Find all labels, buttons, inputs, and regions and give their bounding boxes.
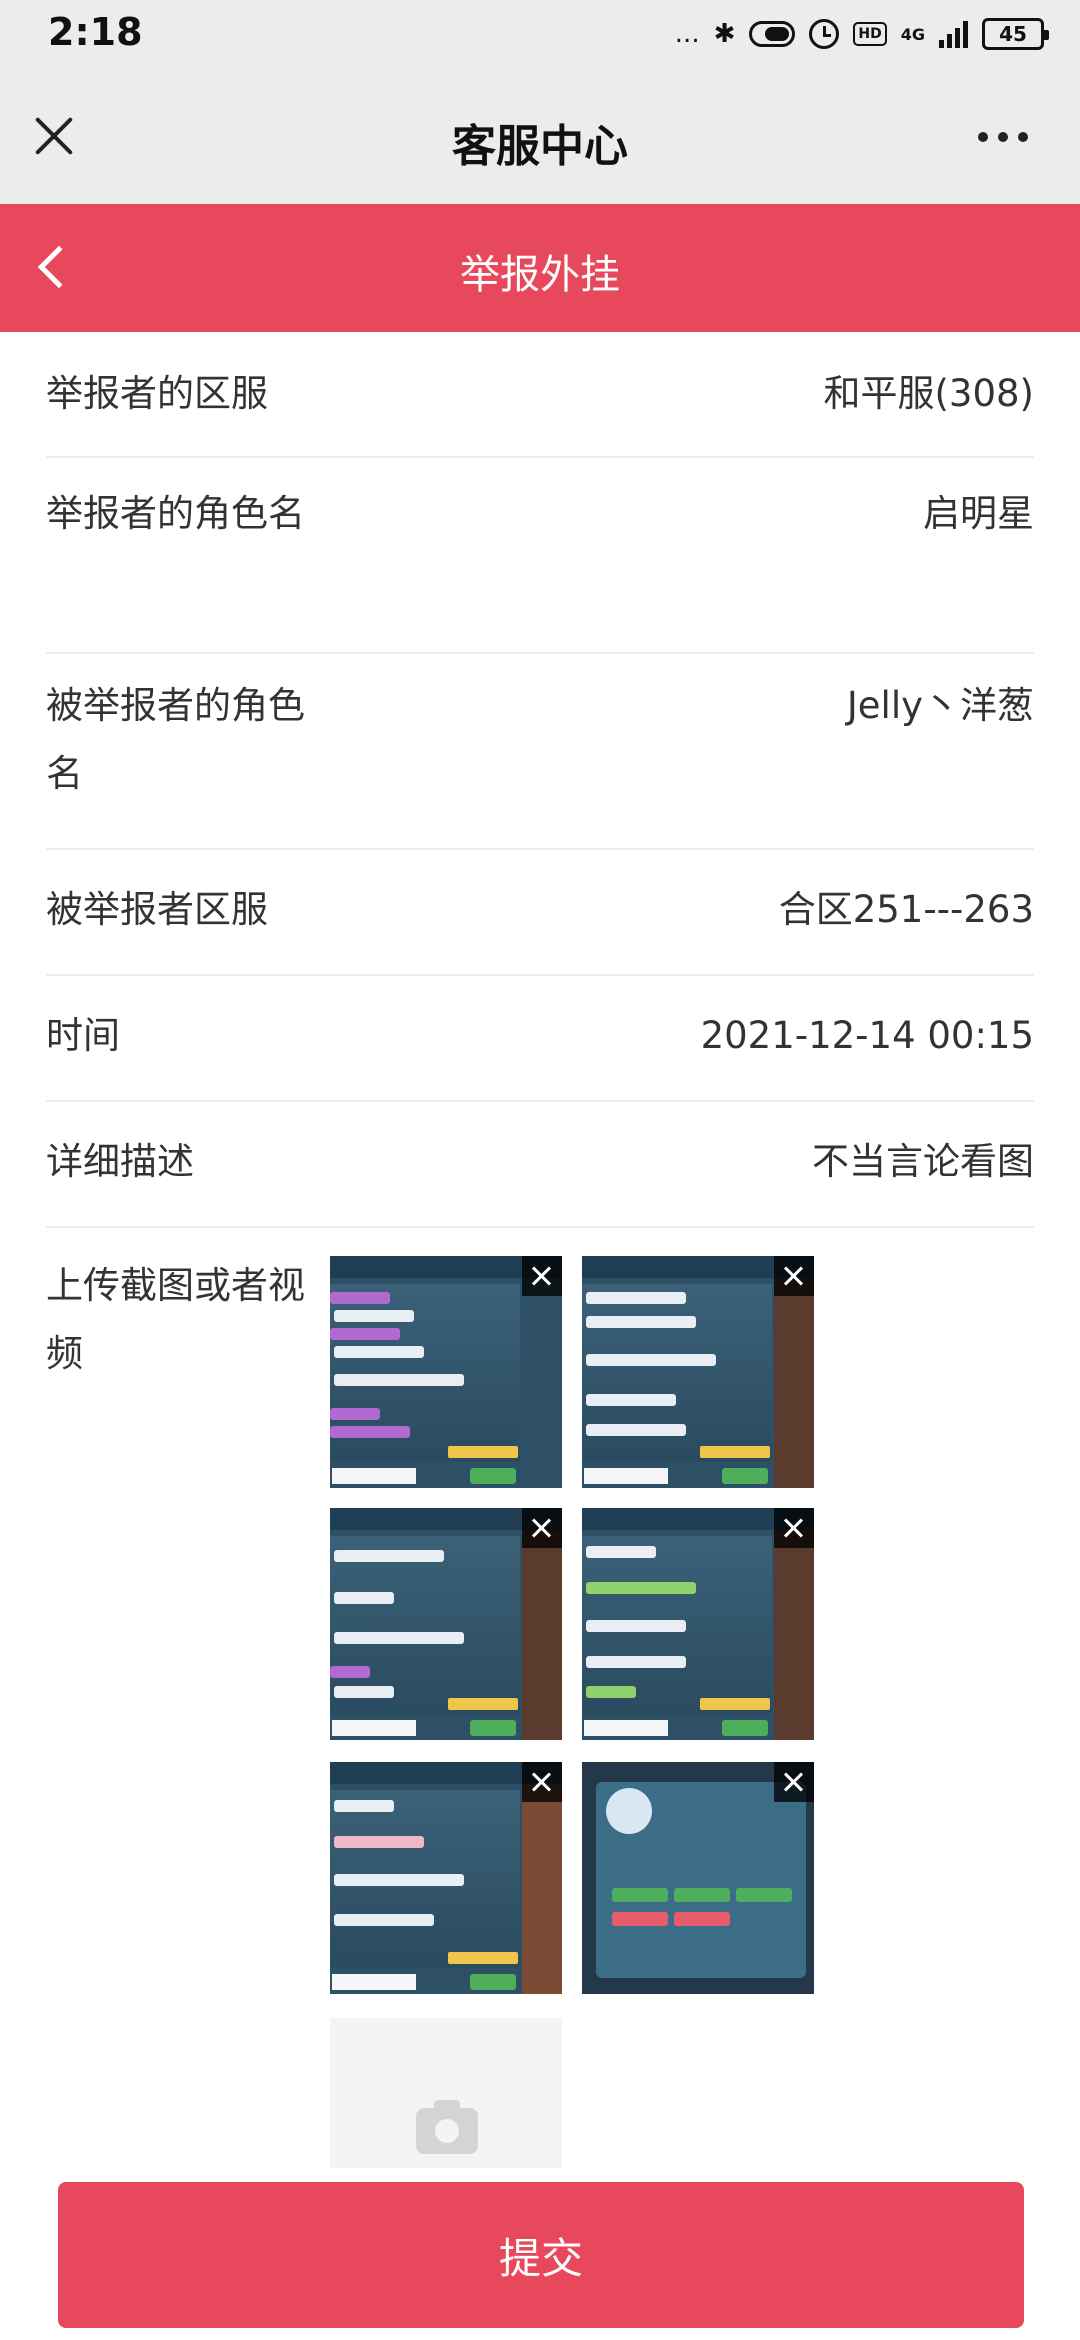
form-row-reported-server: 被举报者区服 合区251---263 [46, 850, 1034, 976]
form-row-time: 时间 2021-12-14 00:15 [46, 976, 1034, 1102]
bluetooth-icon: ✱ [713, 19, 736, 49]
remove-image-icon[interactable] [774, 1508, 814, 1548]
form-label: 被举报者区服 [46, 888, 268, 931]
form-value: 启明星 [923, 492, 1034, 535]
remove-image-icon[interactable] [774, 1256, 814, 1296]
status-bar: 2:18 ... ✱ HD 4G 45 [0, 0, 1080, 66]
section-title: 举报外挂 [460, 252, 620, 298]
form-value: 和平服(308) [823, 372, 1035, 415]
form-label: 时间 [46, 1014, 120, 1057]
screenshot-thumbnail[interactable] [582, 1508, 814, 1740]
status-icons: ... ✱ HD 4G 45 [674, 14, 1049, 54]
more-options-icon[interactable] [978, 132, 1028, 142]
remove-image-icon[interactable] [522, 1762, 562, 1802]
form-value: Jelly丶洋葱 [846, 684, 1034, 727]
title-bar: 客服中心 [0, 66, 1080, 204]
form-row-description: 详细描述 不当言论看图 [46, 1102, 1034, 1228]
screenshot-thumbnail[interactable] [582, 1256, 814, 1488]
page-title: 客服中心 [452, 121, 628, 172]
remove-image-icon[interactable] [774, 1762, 814, 1802]
form-value: 合区251---263 [778, 888, 1034, 931]
form-value: 不当言论看图 [812, 1140, 1034, 1183]
camera-icon [416, 2100, 478, 2154]
form-value: 2021-12-14 00:15 [700, 1014, 1034, 1057]
screenshot-thumbnail[interactable] [330, 1256, 562, 1488]
form-label: 举报者的区服 [46, 372, 268, 415]
form-label: 举报者的角色名 [46, 492, 305, 535]
hd-icon: HD [853, 22, 887, 46]
remove-image-icon[interactable] [522, 1256, 562, 1296]
form-row-reporter-server: 举报者的区服 和平服(308) [46, 332, 1034, 458]
form-label: 详细描述 [46, 1140, 194, 1183]
battery-icon: 45 [982, 18, 1049, 50]
upload-label: 上传截图或者视频 [46, 1264, 305, 1375]
more-notifications-icon: ... [674, 19, 700, 49]
signal-icon [939, 20, 968, 48]
section-header: 举报外挂 [0, 204, 1080, 332]
report-form: 举报者的区服 和平服(308) 举报者的角色名 启明星 被举报者的角色名 Jel… [0, 332, 1080, 1228]
nfc-toggle-icon [749, 21, 796, 47]
screenshot-thumbnail[interactable] [330, 1508, 562, 1740]
form-row-reported-name: 被举报者的角色名 Jelly丶洋葱 [46, 654, 1034, 850]
status-time: 2:18 [48, 10, 143, 54]
screenshot-thumbnail[interactable] [582, 1762, 814, 1994]
remove-image-icon[interactable] [522, 1508, 562, 1548]
screenshot-thumbnail[interactable] [330, 1762, 562, 1994]
form-row-reporter-name: 举报者的角色名 启明星 [46, 458, 1034, 654]
submit-button[interactable]: 提交 [58, 2182, 1024, 2328]
network-type-label: 4G [900, 24, 925, 44]
alarm-icon [809, 19, 840, 49]
add-media-button[interactable] [330, 2018, 562, 2168]
form-label: 被举报者的角色名 [46, 684, 305, 795]
